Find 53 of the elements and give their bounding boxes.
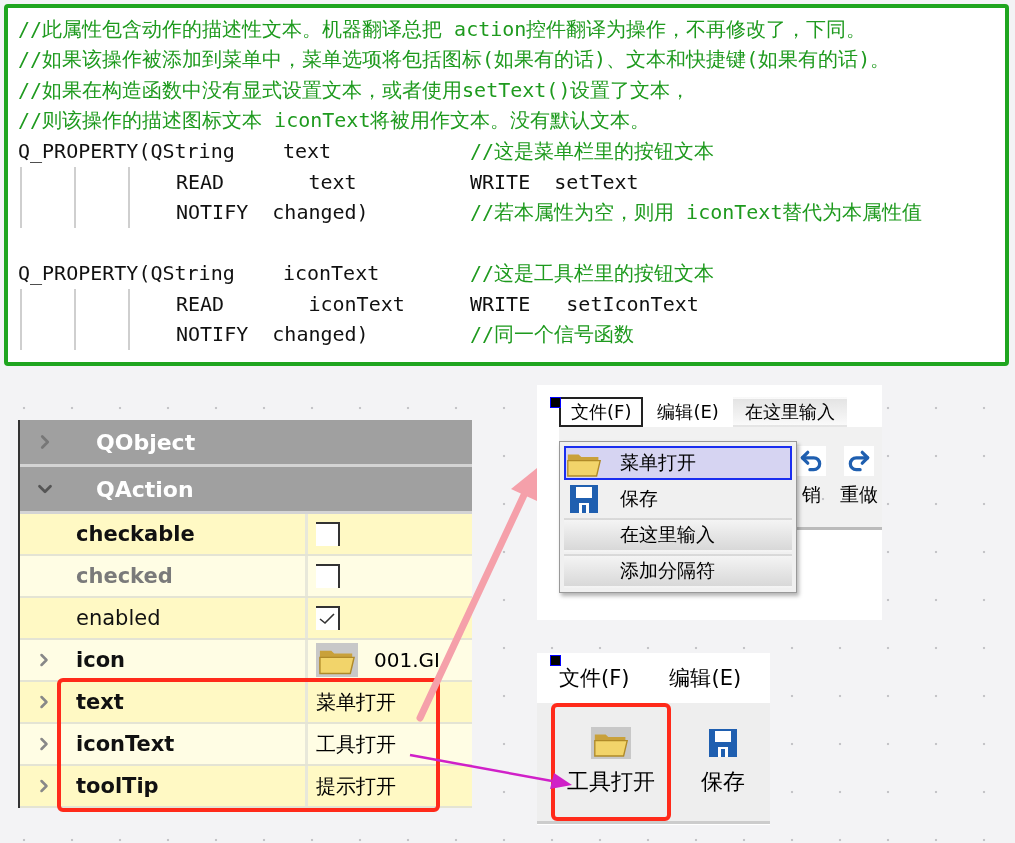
property-row[interactable]: text 菜单打开 <box>20 682 472 724</box>
menu-item[interactable]: 保存 <box>564 482 792 516</box>
toolbar-label[interactable]: 重做 <box>840 482 878 508</box>
code-text: READ iconText <box>176 291 406 316</box>
property-value: 001.GI <box>374 648 440 672</box>
undo-icon <box>796 446 826 476</box>
property-row[interactable]: checkable <box>20 514 472 556</box>
property-row[interactable]: icon 001.GI <box>20 640 472 682</box>
checkmark-icon <box>319 613 335 625</box>
property-name: icon <box>76 648 126 672</box>
selection-handle[interactable] <box>550 397 561 408</box>
menu-bar-item[interactable]: 编辑(E) <box>645 397 731 427</box>
code-comment: //如果该操作被添加到菜单中，菜单选项将包括图标(如果有的话)、文本和快捷键(如果有的话)。 <box>18 46 891 74</box>
checkbox[interactable] <box>316 606 340 630</box>
code-text: Q_PROPERTY(QString iconText <box>18 261 381 286</box>
property-row[interactable]: enabled <box>20 598 472 640</box>
redo-icon <box>844 446 874 476</box>
toolbar-button[interactable]: 保存 <box>685 703 761 821</box>
code-text: WRITE setText <box>470 169 639 194</box>
code-comment: //若本属性为空，则用 iconText替代为本属性值 <box>470 198 923 226</box>
property-value: 菜单打开 <box>316 688 396 716</box>
code-comment: //同一个信号函数 <box>470 320 635 348</box>
menu-item[interactable]: 菜单打开 <box>564 446 792 480</box>
property-value: 工具打开 <box>316 730 396 758</box>
selection-handle[interactable] <box>550 655 561 666</box>
code-comment: //此属性包含动作的描述性文本。机器翻译总把 action控件翻译为操作，不再修改了，下同。 <box>18 15 867 43</box>
menu-item[interactable]: 在这里输入 <box>564 518 792 552</box>
code-comment: //这是工具栏里的按钮文本 <box>470 259 715 287</box>
code-text: READ text <box>176 169 358 194</box>
property-name: text <box>76 690 124 714</box>
code-comment: //这是菜单栏里的按钮文本 <box>470 137 715 165</box>
code-text: WRITE setIconText <box>470 291 699 316</box>
property-row[interactable]: iconText 工具打开 <box>20 724 472 766</box>
code-text: NOTIFY changed) <box>176 200 370 225</box>
code-comment: //如果在构造函数中没有显式设置文本，或者使用setText()设置了文本， <box>18 76 691 104</box>
property-value: 提示打开 <box>316 772 396 800</box>
property-name: checkable <box>76 522 195 546</box>
menu-bar-item[interactable]: 编辑(E) <box>669 664 742 692</box>
code-text: Q_PROPERTY(QString text <box>18 139 333 164</box>
toolbar-button[interactable]: 工具打开 <box>551 703 671 821</box>
property-name: iconText <box>76 732 175 756</box>
menu-bar-item[interactable]: 在这里输入 <box>732 397 847 427</box>
menu-bar-item[interactable]: 文件(F) <box>559 397 644 427</box>
toolbar-label[interactable]: 销 <box>801 482 821 508</box>
checkbox[interactable] <box>316 522 340 546</box>
property-row[interactable]: toolTip 提示打开 <box>20 766 472 808</box>
property-name: toolTip <box>76 774 159 798</box>
code-text: NOTIFY changed) <box>176 322 370 347</box>
menu-bar-item[interactable]: 文件(F) <box>559 664 630 692</box>
property-name: enabled <box>76 606 161 630</box>
code-comment: //则该操作的描述图标文本 iconText将被用作文本。没有默认文本。 <box>18 107 651 135</box>
menu-item[interactable]: 添加分隔符 <box>564 554 792 588</box>
property-name: checked <box>76 564 173 588</box>
